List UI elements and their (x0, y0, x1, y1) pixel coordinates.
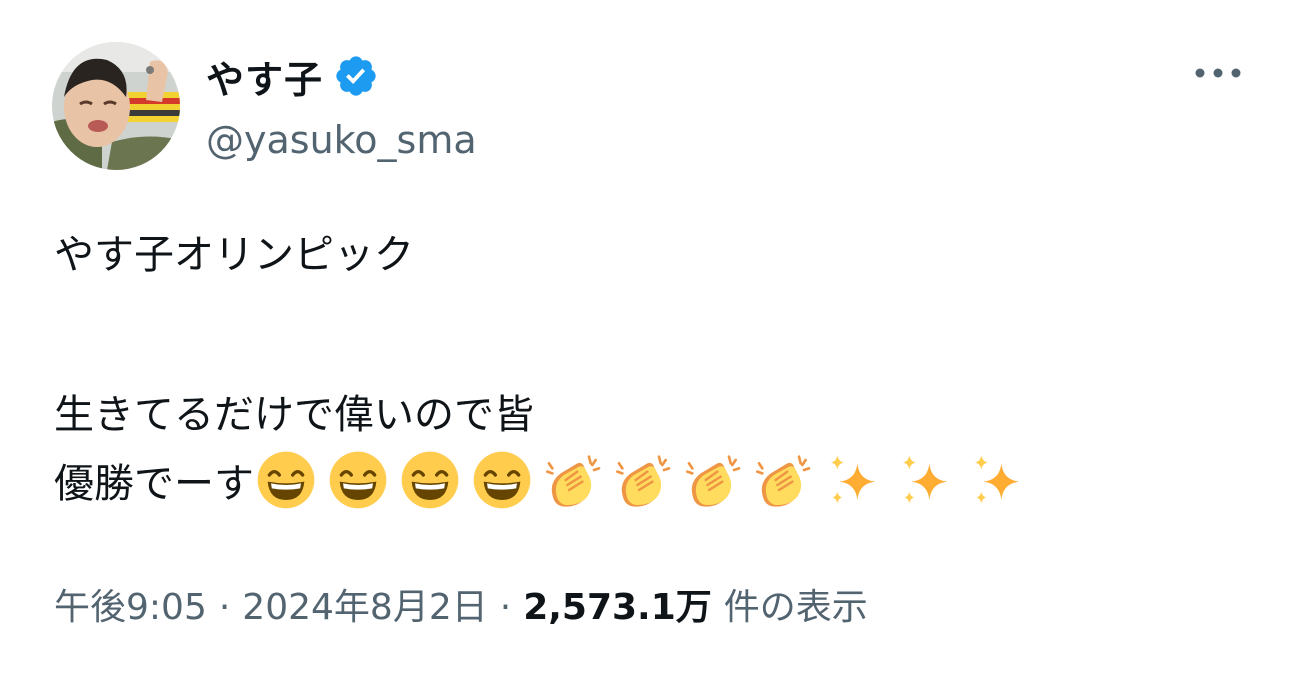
meta-separator: · (218, 587, 231, 628)
tweet-date[interactable]: 2024年8月2日 (242, 578, 487, 630)
tweet-text-line-3: 優勝でーす (54, 450, 1040, 510)
tweet-text-line-1: やす子オリンピック (54, 232, 414, 278)
views-label[interactable]: 件の表示 (724, 578, 868, 630)
tweet-text-line-2: 生きてるだけで偉いので皆 (54, 392, 534, 438)
clapping-hands-emoji-icon (754, 450, 814, 510)
emoji-row (256, 450, 1040, 510)
grinning-face-emoji-icon (328, 450, 388, 510)
grinning-face-emoji-icon (256, 450, 316, 510)
name-row: やす子 (206, 48, 379, 104)
tweet-card: やす子 @yasuko_sma やす子オリンピック 生きてるだけで偉いので皆 優… (0, 0, 1299, 674)
clapping-hands-emoji-icon (544, 450, 604, 510)
avatar[interactable] (52, 42, 180, 170)
sparkles-emoji-icon (968, 450, 1028, 510)
clapping-hands-emoji-icon (614, 450, 674, 510)
grinning-face-emoji-icon (400, 450, 460, 510)
tweet-meta: 午後9:05 · 2024年8月2日 · 2,573.1万 件の表示 (54, 578, 868, 630)
handle[interactable]: @yasuko_sma (206, 118, 477, 162)
views-count[interactable]: 2,573.1万 (523, 578, 712, 630)
verified-badge-icon[interactable] (333, 53, 379, 99)
grinning-face-emoji-icon (472, 450, 532, 510)
sparkles-emoji-icon (896, 450, 956, 510)
tweet-text-line-3-text: 優勝でーす (54, 461, 254, 507)
display-name[interactable]: やす子 (206, 49, 323, 104)
tweet-time[interactable]: 午後9:05 (54, 578, 207, 630)
sparkles-emoji-icon (824, 450, 884, 510)
more-horizontal-icon[interactable] (1190, 58, 1246, 88)
clapping-hands-emoji-icon (684, 450, 744, 510)
meta-separator: · (499, 587, 512, 628)
